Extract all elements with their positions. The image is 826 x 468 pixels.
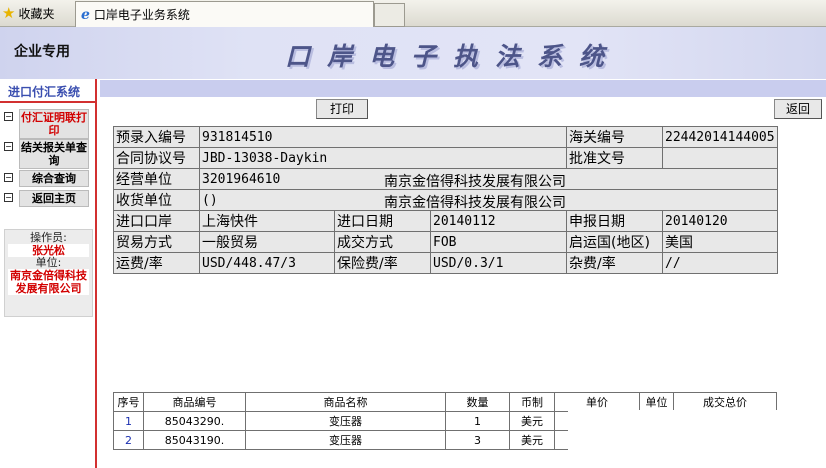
import-date-label: 进口日期 (334, 210, 431, 232)
expand-icon: − (4, 112, 13, 121)
sidebar-item-declaration-query[interactable]: − 结关报关单查询 (4, 139, 92, 169)
star-icon: ★ (2, 3, 16, 22)
column-header: 序号 (113, 392, 144, 412)
table-row: 预录入编号 931814510 海关编号 22442014144005 (113, 126, 778, 148)
table-row: 进口口岸 上海快件 进口日期 20140112 申报日期 20140120 (113, 210, 778, 232)
column-header: 成交总价 (673, 392, 777, 412)
expand-icon: − (4, 173, 13, 182)
row-code: 85043290. (143, 411, 246, 431)
table-row: 运费/率 USD/448.47/3 保险费/率 USD/0.3/1 杂费/率 /… (113, 252, 778, 274)
row-qty: 1 (445, 411, 510, 431)
freight-value: USD/448.47/3 (199, 252, 335, 274)
misc-fee-value: // (662, 252, 778, 274)
sidebar-item-label[interactable]: 返回主页 (19, 190, 89, 207)
pre-entry-no-value: 931814510 (199, 126, 567, 148)
table-row: 经营单位 3201964610 南京金倍得科技发展有限公司 (113, 168, 778, 190)
misc-fee-label: 杂费/率 (566, 252, 663, 274)
expand-icon: − (4, 142, 13, 151)
column-header: 商品名称 (245, 392, 446, 412)
column-header: 单位 (639, 392, 674, 412)
origin-country-label: 启运国(地区) (566, 231, 663, 253)
header-banner: 企业专用 口岸电子执法系统 (0, 27, 826, 79)
contract-no-value: JBD-13038-Daykin (199, 147, 567, 169)
unit-label: 单位: (35, 256, 62, 269)
operating-unit-name: 南京金倍得科技发展有限公司 (384, 174, 566, 190)
table-header-row: 序号 商品编号 商品名称 数量 币制 单价 单位 成交总价 (113, 392, 777, 412)
operator-panel: 操作员: 张光松 单位: 南京金倍得科技发展有限公司 (4, 229, 93, 317)
trade-mode-value: 一般贸易 (199, 231, 335, 253)
freight-label: 运费/率 (113, 252, 200, 274)
insurance-label: 保险费/率 (334, 252, 431, 274)
tab-title: 口岸电子业务系统 (93, 8, 190, 22)
insurance-value: USD/0.3/1 (430, 252, 567, 274)
declare-date-value: 20140120 (662, 210, 778, 232)
back-button[interactable]: 返回 (774, 99, 822, 119)
ie-icon: e (81, 6, 90, 23)
column-header: 商品编号 (143, 392, 246, 412)
column-header: 数量 (445, 392, 510, 412)
browser-tab-bar: ★ 收藏夹 e 口岸电子业务系统 (0, 0, 826, 27)
system-title: 进口付汇系统 (0, 83, 95, 103)
sidebar-item-print-certificate[interactable]: − 付汇证明联打印 (4, 109, 92, 139)
contract-no-label: 合同协议号 (113, 147, 200, 169)
sidebar-item-home[interactable]: − 返回主页 (4, 190, 92, 207)
favorites-button[interactable]: ★ 收藏夹 (2, 3, 54, 23)
declaration-info-table: 预录入编号 931814510 海关编号 22442014144005 合同协议… (113, 126, 778, 274)
redacted-area (568, 410, 826, 468)
operating-unit-code: 3201964610 (202, 172, 281, 187)
print-button[interactable]: 打印 (316, 99, 368, 119)
sidebar-item-label[interactable]: 结关报关单查询 (19, 139, 89, 169)
customs-no-label: 海关编号 (566, 126, 663, 148)
table-row: 收货单位 () 南京金倍得科技发展有限公司 (113, 189, 778, 211)
consignee-name: 南京金倍得科技发展有限公司 (384, 195, 566, 211)
row-code: 85043190. (143, 430, 246, 450)
operating-unit-label: 经营单位 (113, 168, 200, 190)
sidebar-item-label[interactable]: 付汇证明联打印 (19, 109, 89, 139)
deal-mode-label: 成交方式 (334, 231, 431, 253)
sidebar-item-general-query[interactable]: − 综合查询 (4, 170, 92, 187)
table-row: 贸易方式 一般贸易 成交方式 FOB 启运国(地区) 美国 (113, 231, 778, 253)
operator-label: 操作员: (30, 231, 67, 244)
pre-entry-no-label: 预录入编号 (113, 126, 200, 148)
deal-mode-value: FOB (430, 231, 567, 253)
column-header: 币制 (509, 392, 555, 412)
new-tab-button[interactable] (374, 3, 405, 27)
row-name: 变压器 (245, 411, 446, 431)
approval-no-label: 批准文号 (566, 147, 663, 169)
row-name: 变压器 (245, 430, 446, 450)
favorites-label: 收藏夹 (18, 6, 55, 21)
approval-no-value (662, 147, 778, 169)
row-seq: 1 (113, 411, 144, 431)
unit-name: 南京金倍得科技发展有限公司 (8, 269, 89, 295)
table-row: 合同协议号 JBD-13038-Daykin 批准文号 (113, 147, 778, 169)
import-port-value: 上海快件 (199, 210, 335, 232)
origin-country-value: 美国 (662, 231, 778, 253)
enterprise-label: 企业专用 (14, 44, 70, 60)
import-port-label: 进口口岸 (113, 210, 200, 232)
page-title: 口岸电子执法系统 (285, 42, 622, 71)
operating-unit-value: 3201964610 南京金倍得科技发展有限公司 (199, 168, 778, 190)
column-header: 单价 (554, 392, 640, 412)
consignee-value: () 南京金倍得科技发展有限公司 (199, 189, 778, 211)
customs-no-value: 22442014144005 (662, 126, 778, 148)
browser-tab[interactable]: e 口岸电子业务系统 (75, 1, 374, 27)
sidebar-item-label[interactable]: 综合查询 (19, 170, 89, 187)
row-currency: 美元 (509, 411, 555, 431)
row-seq: 2 (113, 430, 144, 450)
row-currency: 美元 (509, 430, 555, 450)
consignee-label: 收货单位 (113, 189, 200, 211)
expand-icon: − (4, 193, 13, 202)
consignee-code: () (202, 193, 218, 208)
import-date-value: 20140112 (430, 210, 567, 232)
row-qty: 3 (445, 430, 510, 450)
declare-date-label: 申报日期 (566, 210, 663, 232)
trade-mode-label: 贸易方式 (113, 231, 200, 253)
content-top-strip (100, 80, 826, 97)
sidebar: 进口付汇系统 − 付汇证明联打印 − 结关报关单查询 − 综合查询 − 返回主页… (0, 79, 97, 468)
